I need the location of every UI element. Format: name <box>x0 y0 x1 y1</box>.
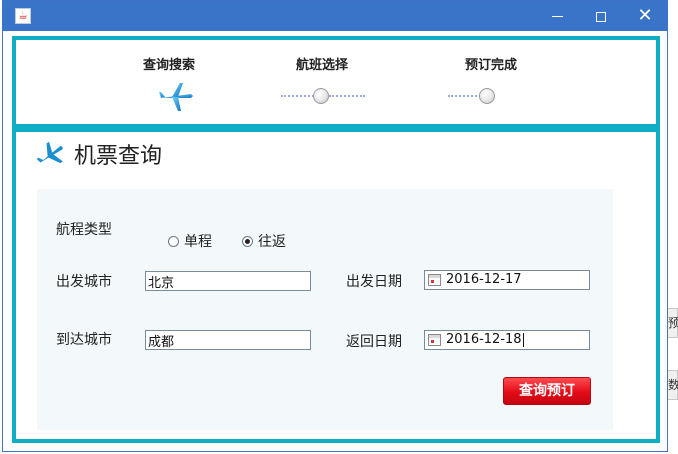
depart-city-input[interactable] <box>145 271 311 291</box>
search-form: 航程类型 单程 往返 出发城市 出发日期 2016-12-17 到达城市 <box>37 189 613 430</box>
title-bar[interactable]: ☕ ✕ <box>3 1 667 31</box>
radio-circle-checked[interactable] <box>242 235 253 247</box>
ticket-query-panel: 机票查询 航程类型 单程 往返 出发城市 出发日期 2016-12-17 <box>12 128 660 443</box>
query-booking-button[interactable]: 查询预订 <box>503 377 591 405</box>
step-indicator-complete <box>479 88 495 104</box>
depart-date-picker[interactable]: 2016-12-17 <box>424 270 590 290</box>
client-area: 查询搜索 航班选择 预订完成 机票查询 航程类型 单程 往返 出发城市 北京 出… <box>12 36 660 443</box>
app-window: ☕ ✕ 查询搜索 航班选择 预订完成 机票查询 航程类型 单程 往返 出发城市 … <box>2 0 668 452</box>
page-title: 机票查询 <box>74 144 163 169</box>
maximize-icon <box>596 11 606 22</box>
close-button[interactable]: ✕ <box>623 1 667 31</box>
background-window-text: 数 <box>668 378 678 392</box>
airplane-icon <box>159 83 193 111</box>
airplane-icon <box>36 141 63 164</box>
depart-date-value: 2016-12-17 <box>446 272 522 287</box>
calendar-icon[interactable] <box>428 334 441 346</box>
minimize-icon <box>551 16 563 17</box>
text-caret <box>522 332 524 347</box>
trip-type-label: 航程类型 <box>56 222 112 238</box>
step-label-complete: 预订完成 <box>465 58 518 73</box>
close-icon: ✕ <box>637 5 653 26</box>
arrive-city-input[interactable] <box>145 330 311 350</box>
round-trip-label: 往返 <box>258 234 286 250</box>
return-date-value: 2016-12-18 <box>446 332 522 347</box>
depart-city-label: 出发城市 <box>56 274 112 290</box>
step-progress-panel: 查询搜索 航班选择 预订完成 <box>12 36 660 128</box>
depart-date-label: 出发日期 <box>346 274 402 290</box>
one-way-radio[interactable]: 单程 <box>168 231 212 251</box>
step-connector <box>281 95 317 97</box>
calendar-icon[interactable] <box>428 274 441 286</box>
radio-circle[interactable] <box>168 235 179 247</box>
maximize-button[interactable] <box>579 1 623 31</box>
minimize-button[interactable] <box>535 1 579 31</box>
return-date-text: 2016-12-18 <box>446 331 524 349</box>
round-trip-radio[interactable]: 往返 <box>242 231 286 251</box>
one-way-label: 单程 <box>184 234 212 250</box>
arrive-city-label: 到达城市 <box>56 332 112 348</box>
return-date-picker[interactable]: 2016-12-18 <box>424 330 590 350</box>
step-indicator-flight-select <box>313 88 329 104</box>
step-label-flight-select: 航班选择 <box>296 58 349 73</box>
step-connector <box>329 95 365 97</box>
step-label-search: 查询搜索 <box>143 58 196 73</box>
java-cup-icon[interactable]: ☕ <box>15 8 31 24</box>
background-window-text: 预 <box>668 316 678 330</box>
return-date-label: 返回日期 <box>346 334 402 350</box>
